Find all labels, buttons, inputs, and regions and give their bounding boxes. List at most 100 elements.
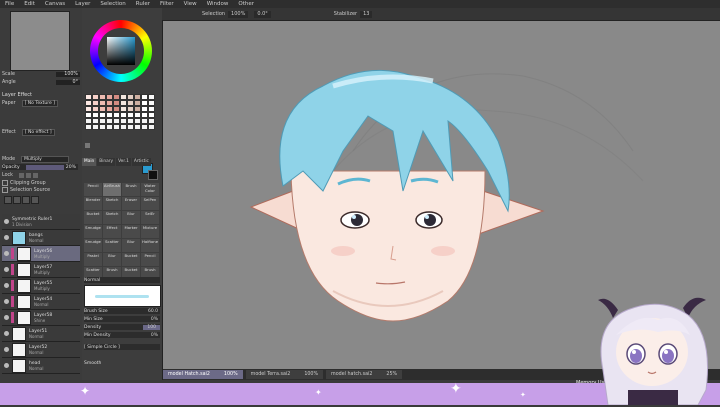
- tool-button[interactable]: Smudge: [84, 225, 102, 238]
- eye-icon[interactable]: [4, 235, 9, 240]
- selection-source-checkbox[interactable]: [2, 187, 8, 193]
- eye-icon[interactable]: [4, 283, 9, 288]
- tool-button[interactable]: AirBrush: [103, 183, 121, 196]
- menu-layer[interactable]: Layer: [70, 0, 95, 8]
- saturation-value-picker[interactable]: [107, 37, 135, 65]
- menu-window[interactable]: Window: [202, 0, 234, 8]
- tool-button[interactable]: Bucket: [84, 211, 102, 224]
- eye-icon[interactable]: [4, 363, 9, 368]
- color-swatch[interactable]: [99, 124, 106, 130]
- tool-button[interactable]: Sketch: [103, 211, 121, 224]
- layer-row[interactable]: Layer57 Multiply: [2, 262, 80, 278]
- tool-button[interactable]: Eraser: [122, 197, 140, 210]
- tool-button[interactable]: SelEr: [141, 211, 159, 224]
- layer-row[interactable]: Symmetric Ruler1 1 Division: [2, 214, 80, 230]
- tool-button[interactable]: Halftone: [141, 239, 159, 252]
- layer-row[interactable]: head Normal: [2, 358, 80, 374]
- selection-source-row[interactable]: Selection Source: [2, 187, 80, 193]
- tool-button[interactable]: Brush: [122, 183, 140, 196]
- tool-button[interactable]: Blender: [84, 197, 102, 210]
- eye-icon[interactable]: [4, 331, 9, 336]
- layer-row[interactable]: Layer52 Normal: [2, 342, 80, 358]
- menu-edit[interactable]: Edit: [19, 0, 40, 8]
- secondary-color[interactable]: [148, 170, 158, 180]
- lock-move-icon[interactable]: [25, 172, 31, 178]
- blend-mode-dropdown[interactable]: Multiply: [21, 155, 70, 163]
- tool-button[interactable]: Pencil: [141, 253, 159, 266]
- opacity-slider[interactable]: Opacity 20%: [2, 164, 78, 170]
- eye-icon[interactable]: [4, 299, 9, 304]
- tool-button[interactable]: Pencil: [84, 183, 102, 196]
- menu-canvas[interactable]: Canvas: [40, 0, 70, 8]
- eye-icon[interactable]: [4, 251, 9, 256]
- new-folder-icon[interactable]: [22, 196, 30, 204]
- color-swatch[interactable]: [120, 124, 127, 130]
- layer-effect-title[interactable]: Layer Effect: [2, 92, 32, 98]
- tool-button[interactable]: Bucket: [122, 253, 140, 266]
- navigator-thumbnail[interactable]: [10, 11, 70, 71]
- menu-other[interactable]: Other: [233, 0, 259, 8]
- menu-ruler[interactable]: Ruler: [131, 0, 155, 8]
- tool-button[interactable]: Pastel: [84, 253, 102, 266]
- layer-row[interactable]: Layer58 Shine: [2, 310, 80, 326]
- tool-button[interactable]: Scatter: [103, 239, 121, 252]
- smooth-row[interactable]: Smooth: [84, 360, 160, 366]
- tool-button[interactable]: Effect: [103, 225, 121, 238]
- paper-dropdown[interactable]: [ No Texture ]: [21, 99, 58, 107]
- eye-icon[interactable]: [4, 219, 9, 224]
- tool-button[interactable]: Blur: [122, 239, 140, 252]
- swatch-tool-icon[interactable]: [85, 143, 90, 148]
- lock-pixels-icon[interactable]: [18, 172, 24, 178]
- effect-dropdown[interactable]: [ No effect ]: [21, 128, 55, 136]
- color-swatch[interactable]: [134, 124, 141, 130]
- new-linework-layer-icon[interactable]: [13, 196, 21, 204]
- tool-button[interactable]: Sketch: [103, 197, 121, 210]
- tool-button[interactable]: Smudge: [84, 239, 102, 252]
- scale-field[interactable]: 100%: [56, 71, 80, 77]
- clipping-checkbox[interactable]: [2, 180, 8, 186]
- tool-button[interactable]: Marker: [122, 225, 140, 238]
- rotate-field[interactable]: 0.0°: [254, 10, 271, 18]
- brush-size-row[interactable]: Brush Size 60.0: [84, 308, 160, 314]
- tab-binary[interactable]: Binary: [97, 158, 116, 166]
- zoom-field[interactable]: 100%: [228, 10, 249, 18]
- min-density-row[interactable]: Min Density 0%: [84, 332, 160, 338]
- stabilizer-dropdown[interactable]: 13: [360, 10, 373, 18]
- color-swatch[interactable]: [141, 124, 148, 130]
- tab-ver1[interactable]: Ver.1: [116, 158, 131, 166]
- lock-paint-icon[interactable]: [32, 172, 38, 178]
- layer-row[interactable]: Layer51 Normal: [2, 326, 80, 342]
- clipping-row[interactable]: Clipping Group: [2, 180, 80, 186]
- tab-main[interactable]: Main: [82, 158, 97, 166]
- min-size-row[interactable]: Min Size 0%: [84, 316, 160, 322]
- layer-row[interactable]: Layer55 Multiply: [2, 278, 80, 294]
- new-layer-icon[interactable]: [4, 196, 12, 204]
- document-tab[interactable]: model hatch.sai2 25%: [326, 370, 403, 379]
- menu-selection[interactable]: Selection: [95, 0, 130, 8]
- menu-view[interactable]: View: [179, 0, 202, 8]
- layer-row-selected[interactable]: Layer56 Multiply: [2, 246, 80, 262]
- tool-button[interactable]: Water Color: [141, 183, 159, 196]
- eye-icon[interactable]: [4, 267, 9, 272]
- tool-blend-row[interactable]: Normal: [84, 277, 160, 283]
- color-swatch[interactable]: [92, 124, 99, 130]
- document-tab[interactable]: model Terra.sai2 100%: [245, 370, 324, 379]
- eye-icon[interactable]: [4, 315, 9, 320]
- color-swatch[interactable]: [127, 124, 134, 130]
- color-swatch[interactable]: [148, 124, 155, 130]
- menu-filter[interactable]: Filter: [155, 0, 179, 8]
- tool-button[interactable]: Blur: [122, 211, 140, 224]
- layer-row[interactable]: bangs Normal: [2, 230, 80, 246]
- menu-file[interactable]: File: [0, 0, 19, 8]
- layer-row[interactable]: Layer54 Normal: [2, 294, 80, 310]
- tool-button[interactable]: Blur: [103, 253, 121, 266]
- color-swatch[interactable]: [113, 124, 120, 130]
- tab-artistic[interactable]: Artistic: [131, 158, 151, 166]
- eye-icon[interactable]: [4, 347, 9, 352]
- color-swatch[interactable]: [106, 124, 113, 130]
- angle-field[interactable]: 0°: [56, 79, 80, 85]
- tool-button[interactable]: Mixture: [141, 225, 159, 238]
- delete-layer-icon[interactable]: [31, 196, 39, 204]
- density-row[interactable]: Density 100: [84, 324, 160, 330]
- selection-label[interactable]: Selection: [202, 11, 225, 17]
